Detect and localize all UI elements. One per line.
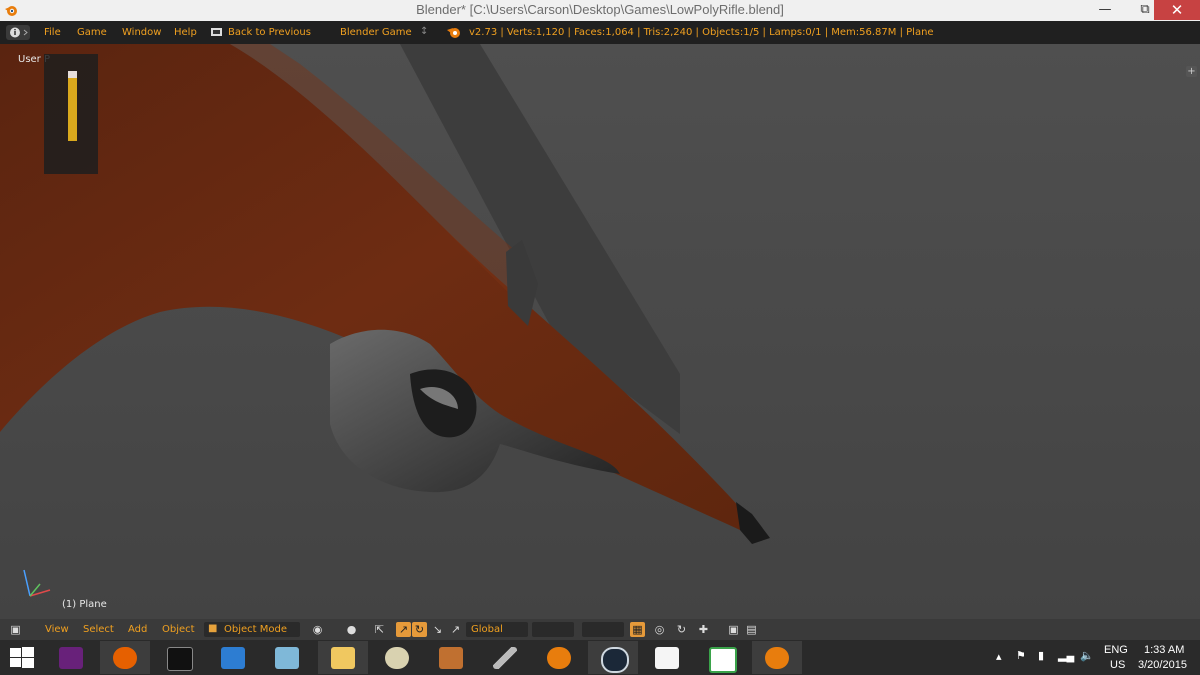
active-object-label: (1) Plane bbox=[62, 599, 107, 610]
rotate-manipulator-icon[interactable]: ↻ bbox=[412, 622, 427, 637]
windows-taskbar: ▴ ⚑ ▮ ▂▄ 🔈 ENG US 1:33 AM 3/20/2015 bbox=[0, 640, 1200, 675]
taskbar-notepad[interactable] bbox=[262, 641, 312, 674]
layers-selector-2[interactable] bbox=[582, 622, 624, 637]
taskbar-media-player[interactable] bbox=[642, 641, 692, 674]
chevron-updown-icon: ↕ bbox=[420, 26, 429, 37]
transform-orientation-label: Global bbox=[471, 624, 503, 635]
media-player-icon bbox=[655, 647, 679, 669]
firefox-icon bbox=[113, 647, 137, 669]
orientation-icon: ↗ bbox=[450, 623, 461, 636]
viewport-shading-icon[interactable]: ◉ bbox=[310, 622, 325, 637]
file-explorer-icon bbox=[331, 647, 355, 669]
interaction-mode-select[interactable]: ■ Object Mode bbox=[204, 622, 300, 637]
language-code: ENG bbox=[1104, 644, 1128, 656]
taskbar-file-explorer[interactable] bbox=[318, 641, 368, 674]
windows-logo-icon bbox=[10, 647, 34, 668]
menu-file[interactable]: File bbox=[44, 27, 61, 38]
taskbar-firefox[interactable] bbox=[100, 641, 150, 674]
toggle-properties-button[interactable]: + bbox=[1186, 66, 1197, 77]
translate-manipulator-icon[interactable]: ↗ bbox=[396, 622, 411, 637]
back-to-previous-icon bbox=[211, 28, 222, 36]
start-button[interactable] bbox=[0, 641, 50, 674]
clock-time: 1:33 AM bbox=[1144, 644, 1185, 656]
cube-editor-icon[interactable]: ▣ bbox=[8, 622, 23, 637]
input-language[interactable]: ENG US bbox=[1104, 640, 1134, 675]
transform-orientation-select[interactable]: Global bbox=[466, 622, 528, 637]
window-title-bar: Blender* [C:\Users\Carson\Desktop\Games\… bbox=[0, 0, 1200, 22]
system-tray: ▴ ⚑ ▮ ▂▄ 🔈 bbox=[990, 640, 1100, 675]
framerate-meter bbox=[44, 54, 98, 174]
render-animation-icon[interactable]: ▤ bbox=[744, 622, 759, 637]
object-mode-icon: ■ bbox=[208, 623, 218, 634]
taskbar-remote-desktop[interactable] bbox=[208, 641, 258, 674]
framerate-bar-peak bbox=[68, 71, 77, 78]
clock[interactable]: 1:33 AM 3/20/2015 bbox=[1138, 640, 1198, 675]
taskbar-blender[interactable] bbox=[534, 641, 584, 674]
remote-desktop-icon bbox=[221, 647, 245, 669]
network-signal-icon[interactable]: ▂▄ bbox=[1058, 649, 1074, 662]
command-prompt-icon bbox=[167, 647, 193, 671]
scale-manipulator-icon[interactable]: ↘ bbox=[430, 622, 445, 637]
window-title: Blender* [C:\Users\Carson\Desktop\Games\… bbox=[416, 2, 784, 17]
notepad-icon bbox=[275, 647, 299, 669]
menu-view[interactable]: View bbox=[45, 624, 69, 635]
snap-element-icon[interactable]: ✚ bbox=[696, 622, 711, 637]
proportional-edit-icon[interactable]: ◎ bbox=[652, 622, 667, 637]
render-engine-label: Blender Game bbox=[340, 27, 412, 38]
power-icon[interactable]: ▮ bbox=[1038, 649, 1044, 662]
back-to-previous-button[interactable]: Back to Previous bbox=[228, 27, 311, 38]
blender-icon bbox=[547, 647, 571, 669]
taskbar-steam[interactable] bbox=[588, 641, 638, 674]
lock-layers-icon[interactable]: ▦ bbox=[630, 622, 645, 637]
blender-active-icon bbox=[765, 647, 789, 669]
menu-object[interactable]: Object bbox=[162, 624, 195, 635]
pivot-point-icon[interactable]: ● bbox=[344, 622, 359, 637]
render-engine-select[interactable]: Blender Game ↕ bbox=[334, 25, 428, 40]
region-code: US bbox=[1110, 659, 1126, 671]
info-icon bbox=[10, 27, 28, 38]
layers-selector[interactable] bbox=[532, 622, 574, 637]
taskbar-paint-net[interactable] bbox=[426, 641, 476, 674]
taskbar-paint[interactable] bbox=[372, 641, 422, 674]
show-hidden-icons-icon[interactable]: ▴ bbox=[996, 650, 1002, 663]
info-header: File Game Window Help Back to Previous B… bbox=[0, 21, 1200, 44]
pen-tool-icon bbox=[493, 647, 517, 669]
render-preview-icon[interactable]: ▣ bbox=[726, 622, 741, 637]
clock-date: 3/20/2015 bbox=[1138, 659, 1187, 671]
snap-toggle-icon[interactable]: ↻ bbox=[674, 622, 689, 637]
interaction-mode-label: Object Mode bbox=[224, 624, 287, 635]
scene-statistics: v2.73 | Verts:1,120 | Faces:1,064 | Tris… bbox=[469, 27, 934, 38]
menu-add[interactable]: Add bbox=[128, 624, 147, 635]
viewport-scene bbox=[0, 44, 1200, 619]
close-button[interactable]: ✕ bbox=[1154, 0, 1200, 20]
paint-net-icon bbox=[439, 647, 463, 669]
camtasia-icon bbox=[709, 647, 737, 673]
paint-icon bbox=[385, 647, 409, 669]
framerate-bar bbox=[68, 71, 77, 141]
visual-studio-icon bbox=[59, 647, 83, 669]
steam-icon bbox=[601, 647, 629, 673]
menu-game[interactable]: Game bbox=[77, 27, 107, 38]
3d-viewport[interactable]: User P + (1) Plane bbox=[0, 44, 1200, 619]
blender-logo-icon bbox=[447, 28, 460, 38]
volume-icon[interactable]: 🔈 bbox=[1080, 649, 1094, 662]
menu-help[interactable]: Help bbox=[174, 27, 197, 38]
3d-view-header: ▣ View Select Add Object ■ Object Mode ◉… bbox=[0, 619, 1200, 640]
taskbar-camtasia[interactable] bbox=[696, 641, 746, 674]
editor-type-button[interactable] bbox=[6, 25, 30, 40]
taskbar-blender-active[interactable] bbox=[752, 641, 802, 674]
menu-window[interactable]: Window bbox=[122, 27, 161, 38]
taskbar-command-prompt[interactable] bbox=[154, 641, 204, 674]
menu-select[interactable]: Select bbox=[83, 624, 114, 635]
action-center-flag-icon[interactable]: ⚑ bbox=[1016, 649, 1026, 662]
minimize-button[interactable]: — bbox=[1090, 0, 1120, 20]
taskbar-pen-tool[interactable] bbox=[480, 641, 530, 674]
taskbar-visual-studio[interactable] bbox=[46, 641, 96, 674]
manipulator-toggle-icon[interactable]: ⇱ bbox=[372, 622, 387, 637]
